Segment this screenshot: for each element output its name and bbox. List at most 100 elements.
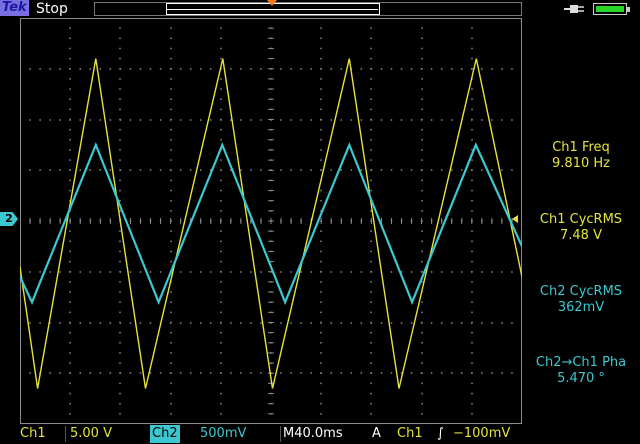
- grid-dot: [471, 301, 473, 303]
- grid-dot: [119, 119, 122, 121]
- grid-dot: [170, 179, 172, 182]
- grid-dot: [69, 119, 71, 121]
- grid-dot: [471, 260, 473, 263]
- grid-dot: [370, 119, 373, 121]
- grid-dot: [29, 372, 31, 374]
- grid-dot: [370, 149, 372, 151]
- grid-dot: [179, 119, 182, 121]
- grid-dot: [320, 88, 322, 90]
- grid-dot: [390, 271, 393, 273]
- grid-dot: [450, 119, 453, 121]
- grid-dot: [159, 119, 162, 121]
- grid-dot: [69, 179, 71, 182]
- grid-dot: [170, 139, 172, 141]
- grid-dot: [260, 271, 262, 273]
- grid-dot: [220, 199, 222, 202]
- grid-dot: [471, 331, 473, 334]
- grid-dot: [69, 240, 71, 243]
- grid-dot: [370, 18, 372, 19]
- grid-dot: [159, 68, 162, 70]
- tek-logo: Tek: [0, 0, 29, 16]
- grid-dot: [501, 68, 503, 70]
- grid-dot: [59, 68, 61, 70]
- grid-dot: [220, 128, 222, 131]
- grid-dot: [99, 322, 102, 324]
- grid-dot: [220, 240, 222, 243]
- ch2-ground-marker[interactable]: 2: [0, 212, 18, 226]
- grid-dot: [99, 169, 102, 171]
- measurement-value: 362mV: [557, 300, 605, 315]
- grid-dot: [420, 372, 423, 374]
- grid-dot: [421, 331, 423, 334]
- grid-dot: [119, 331, 121, 334]
- grid-dot: [119, 362, 121, 364]
- grid-dot: [370, 47, 372, 50]
- grid-dot: [170, 199, 172, 202]
- grid-dot: [59, 322, 61, 324]
- grid-dot: [139, 169, 142, 171]
- grid-dot: [501, 169, 503, 171]
- grid-dot: [421, 210, 423, 212]
- grid-dot: [260, 169, 262, 171]
- grid-dot: [320, 169, 322, 171]
- grid-dot: [320, 240, 322, 243]
- grid-dot: [69, 47, 71, 50]
- timebase[interactable]: M40.0ms: [283, 424, 343, 444]
- grid-dot: [69, 362, 71, 364]
- grid-dot: [230, 322, 232, 324]
- ch2-label[interactable]: Ch2: [150, 425, 180, 443]
- grid-dot: [320, 119, 322, 121]
- grid-dot: [29, 119, 31, 121]
- grid-dot: [380, 169, 383, 171]
- grid-dot: [471, 98, 473, 100]
- grid-dot: [461, 169, 463, 171]
- grid-dot: [420, 68, 423, 70]
- grid-dot: [69, 98, 71, 100]
- grid-dot: [170, 98, 172, 100]
- grid-dot: [79, 271, 81, 273]
- grid-dot: [380, 119, 383, 121]
- trigger-source[interactable]: Ch1: [397, 424, 423, 444]
- grid-dot: [109, 372, 112, 374]
- grid-dot: [370, 311, 372, 314]
- grid-dot: [370, 331, 372, 334]
- waveform-display[interactable]: [20, 18, 522, 424]
- ch1-label[interactable]: Ch1: [20, 424, 46, 444]
- grid-dot: [119, 169, 122, 171]
- grid-dot: [430, 271, 433, 273]
- grid-dot: [320, 301, 322, 303]
- grid-dot: [169, 119, 172, 121]
- grid-dot: [501, 271, 503, 273]
- grid-dot: [220, 139, 222, 141]
- grid-dot: [220, 230, 222, 232]
- grid-dot: [59, 372, 61, 374]
- grid-dot: [370, 37, 372, 40]
- grid-dot: [400, 68, 403, 70]
- grid-dot: [421, 230, 423, 232]
- grid-dot: [481, 169, 483, 171]
- grid-dot: [511, 271, 513, 273]
- grid-dot: [250, 271, 252, 273]
- grid-dot: [491, 322, 493, 324]
- grid-dot: [481, 119, 483, 121]
- grid-dot: [370, 352, 372, 354]
- trigger-level-marker[interactable]: [512, 215, 518, 223]
- grid-dot: [119, 250, 121, 253]
- grid-dot: [169, 169, 172, 171]
- grid-dot: [471, 271, 473, 273]
- grid-dot: [471, 382, 473, 385]
- grid-dot: [320, 281, 322, 283]
- grid-dot: [320, 352, 322, 354]
- grid-dot: [69, 78, 71, 80]
- grid-dot: [471, 322, 473, 324]
- grid-dot: [320, 331, 322, 334]
- grid-dot: [29, 322, 31, 324]
- grid-dot: [220, 18, 222, 19]
- grid-dot: [179, 68, 182, 70]
- grid-dot: [109, 322, 112, 324]
- grid-dot: [99, 372, 102, 374]
- grid-dot: [119, 37, 121, 40]
- trigger-level[interactable]: −100mV: [453, 424, 510, 444]
- grid-dot: [421, 108, 423, 111]
- grid-dot: [300, 271, 302, 273]
